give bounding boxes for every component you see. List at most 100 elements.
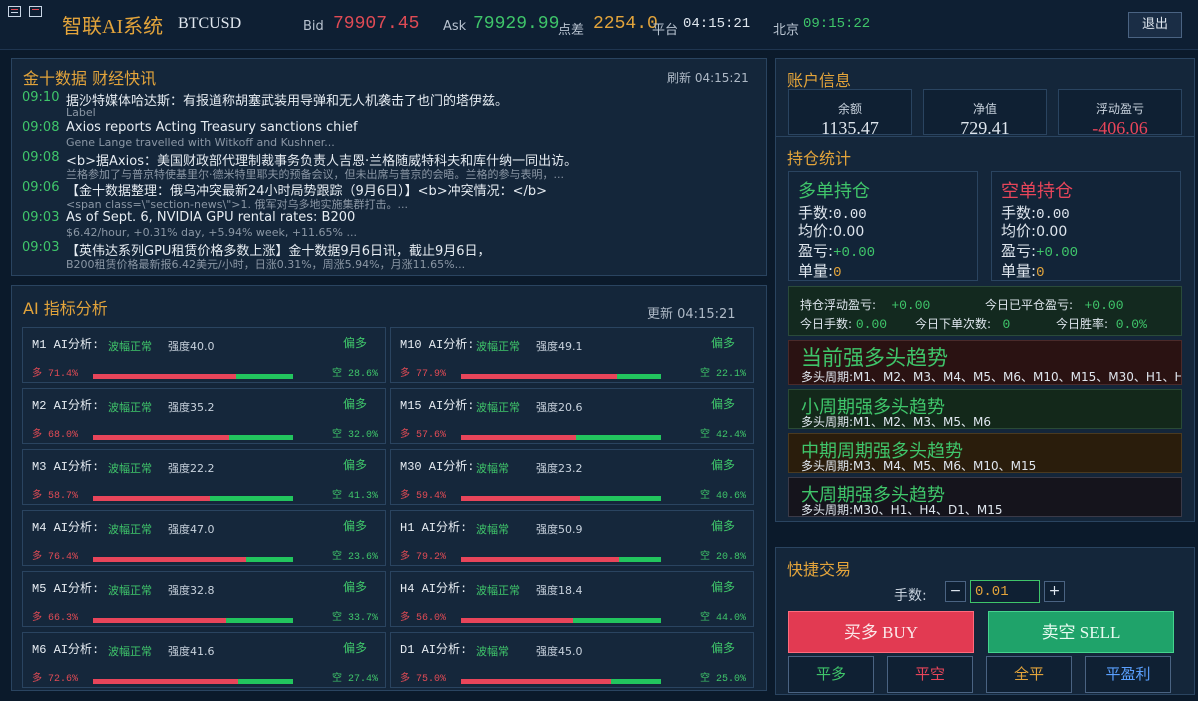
equity-value: 729.41 (960, 118, 1010, 135)
long-avg-row: 均价:0.00 (798, 222, 865, 240)
short-position-box: 空单持仓 手数:0.00 均价:0.00 盈亏:+0.00 单量:0 (991, 171, 1181, 281)
app-title: 智联AI系统 (62, 16, 164, 38)
float-pnl-value: -406.06 (1092, 118, 1148, 135)
ai-volatility-status: 波幅常 (476, 523, 509, 536)
ai-bias: 偏多 (711, 336, 736, 350)
ai-volatility-status: 波幅正常 (108, 401, 152, 414)
quick-trade-title: 快捷交易 (787, 560, 852, 579)
spread-value: 2254.0 (593, 14, 658, 34)
news-item[interactable]: 09:03 As of Sept. 6, NVIDIA GPU rental ra… (22, 210, 762, 240)
lots-decrease-button[interactable]: − (945, 581, 966, 602)
news-time: 09:08 (22, 120, 60, 135)
ai-ratio-bar (93, 618, 293, 623)
float-pnl-box: 浮动盈亏 -406.06 (1058, 89, 1182, 135)
ai-timeframe-label: M2 AI分析: (32, 399, 100, 413)
ai-strength: 强度35.2 (168, 401, 215, 414)
news-headline: Axios reports Acting Treasury sanctions … (66, 120, 358, 135)
ai-short-pct: 空 27.4% (331, 674, 378, 685)
close-short-button[interactable]: 平空 (887, 656, 973, 693)
ai-volatility-status: 波幅正常 (108, 645, 152, 658)
news-item[interactable]: 09:08 Axios reports Acting Treasury sanct… (22, 120, 762, 150)
short-position-title: 空单持仓 (1001, 181, 1073, 202)
ai-ratio-bar (93, 374, 293, 379)
ai-strength: 强度20.6 (536, 401, 583, 414)
ai-short-pct: 空 41.3% (331, 491, 378, 502)
ai-bias: 偏多 (711, 458, 736, 472)
ai-volatility-status: 波幅正常 (108, 523, 152, 536)
ai-timeframe-label: H1 AI分析: (400, 521, 468, 535)
close-profit-button[interactable]: 平盈利 (1085, 656, 1171, 693)
ai-ratio-bar-long (93, 435, 229, 440)
lots-increase-button[interactable]: + (1044, 581, 1065, 602)
ai-ratio-bar-long (461, 374, 617, 379)
lots-today-stat: 今日手数: 0.00 (800, 317, 888, 332)
ai-bias: 偏多 (711, 641, 736, 655)
ai-analysis-cell: M10 AI分析: 波幅正常 强度49.1 偏多多 77.9% 空 22.1% (390, 327, 754, 383)
news-time: 09:10 (22, 90, 60, 105)
ai-strength: 强度49.1 (536, 340, 583, 353)
long-count-row: 单量:0 (798, 262, 842, 281)
ai-ratio-bar-long (461, 496, 580, 501)
ai-short-pct: 空 20.8% (699, 552, 746, 563)
logout-button[interactable]: 退出 (1128, 12, 1182, 38)
ai-ratio-bar (461, 435, 661, 440)
ai-bias: 偏多 (711, 519, 736, 533)
menu-icon[interactable] (8, 6, 21, 17)
ai-long-pct: 多 66.3% (32, 613, 79, 624)
news-refresh-time: 刷新 04:15:21 (667, 71, 749, 85)
window-icon[interactable] (29, 6, 42, 17)
float-pnl-stat: 持仓浮动盈亏: +0.00 (800, 298, 931, 313)
ai-volatility-status: 波幅正常 (476, 401, 520, 414)
ai-title: AI 指标分析 (23, 299, 108, 318)
ai-volatility-status: 波幅常 (476, 462, 509, 475)
news-item[interactable]: 09:03 【英伟达系列GPU租赁价格多数上涨】金十数据9月6日讯，截止9月6日，… (22, 240, 762, 270)
news-item[interactable]: 09:08 <b>据Axios：美国财政部代理制裁事务负责人吉恩·兰格随威特科夫和… (22, 150, 762, 180)
close-all-button[interactable]: 全平 (986, 656, 1072, 693)
ai-ratio-bar (93, 679, 293, 684)
ai-volatility-status: 波幅正常 (476, 340, 520, 353)
ai-long-pct: 多 72.6% (32, 674, 79, 685)
ai-ratio-bar-long (93, 557, 246, 562)
ai-bias: 偏多 (343, 519, 368, 533)
ai-analysis-cell: M5 AI分析: 波幅正常 强度32.8 偏多多 66.3% 空 33.7% (22, 571, 386, 627)
ai-ratio-bar (93, 496, 293, 501)
ai-timeframe-label: M10 AI分析: (400, 338, 475, 352)
news-item[interactable]: 09:06 【金十数据整理：俄乌冲突最新24小时局势跟踪（9月6日）】<b>冲突情… (22, 180, 762, 210)
ai-long-pct: 多 58.7% (32, 491, 79, 502)
news-summary: B200租赁价格最新报6.42美元/小时，日涨0.31%，周涨5.94%，月涨1… (66, 258, 466, 270)
ai-volatility-status: 波幅正常 (108, 462, 152, 475)
buy-button[interactable]: 买多 BUY (788, 611, 974, 653)
ai-short-pct: 空 32.0% (331, 430, 378, 441)
trend-mid-term: 中期周期强多头趋势 多头周期:M3、M4、M5、M6、M10、M15 (788, 433, 1182, 473)
sell-button[interactable]: 卖空 SELL (988, 611, 1174, 653)
bid-label: Bid (303, 19, 324, 34)
lots-input[interactable] (970, 580, 1040, 603)
ai-ratio-bar (461, 374, 661, 379)
ai-timeframe-label: M1 AI分析: (32, 338, 100, 352)
ai-bias: 偏多 (343, 397, 368, 411)
ai-ratio-bar-long (461, 557, 620, 562)
equity-box: 净值 729.41 (923, 89, 1047, 135)
ai-volatility-status: 波幅常 (476, 645, 509, 658)
closed-today-stat: 今日已平仓盈亏: +0.00 (985, 298, 1124, 313)
long-position-title: 多单持仓 (798, 181, 870, 202)
ai-bias: 偏多 (711, 580, 736, 594)
news-summary: $6.42/hour, +0.31% day, +5.94% week, +11… (66, 226, 357, 239)
title-bar: 智联AI系统 BTCUSD Bid 79907.45 Ask 79929.99 … (0, 0, 1198, 50)
orders-today-stat: 今日下单次数: 0 (915, 317, 1011, 332)
ai-ratio-bar-long (93, 618, 226, 623)
bid-price: 79907.45 (333, 14, 420, 34)
ai-bias: 偏多 (343, 580, 368, 594)
trend-short-term-periods: 多头周期:M1、M2、M3、M5、M6 (801, 415, 991, 429)
ai-strength: 强度50.9 (536, 523, 583, 536)
ai-analysis-cell: H4 AI分析: 波幅正常 强度18.4 偏多多 56.0% 空 44.0% (390, 571, 754, 627)
balance-value: 1135.47 (821, 118, 879, 135)
ai-short-pct: 空 44.0% (699, 613, 746, 624)
close-long-button[interactable]: 平多 (788, 656, 874, 693)
platform-time: 04:15:21 (683, 16, 751, 32)
ai-analysis-cell: M15 AI分析: 波幅正常 强度20.6 偏多多 57.6% 空 42.4% (390, 388, 754, 444)
trend-long-term: 大周期强多头趋势 多头周期:M30、H1、H4、D1、M15 (788, 477, 1182, 517)
ai-updated-time: 更新 04:15:21 (647, 307, 736, 322)
news-item[interactable]: 09:10 据沙特媒体哈达斯：有报道称胡塞武装用导弹和无人机袭击了也门的塔伊兹。 L… (22, 90, 762, 120)
ai-short-pct: 空 42.4% (699, 430, 746, 441)
